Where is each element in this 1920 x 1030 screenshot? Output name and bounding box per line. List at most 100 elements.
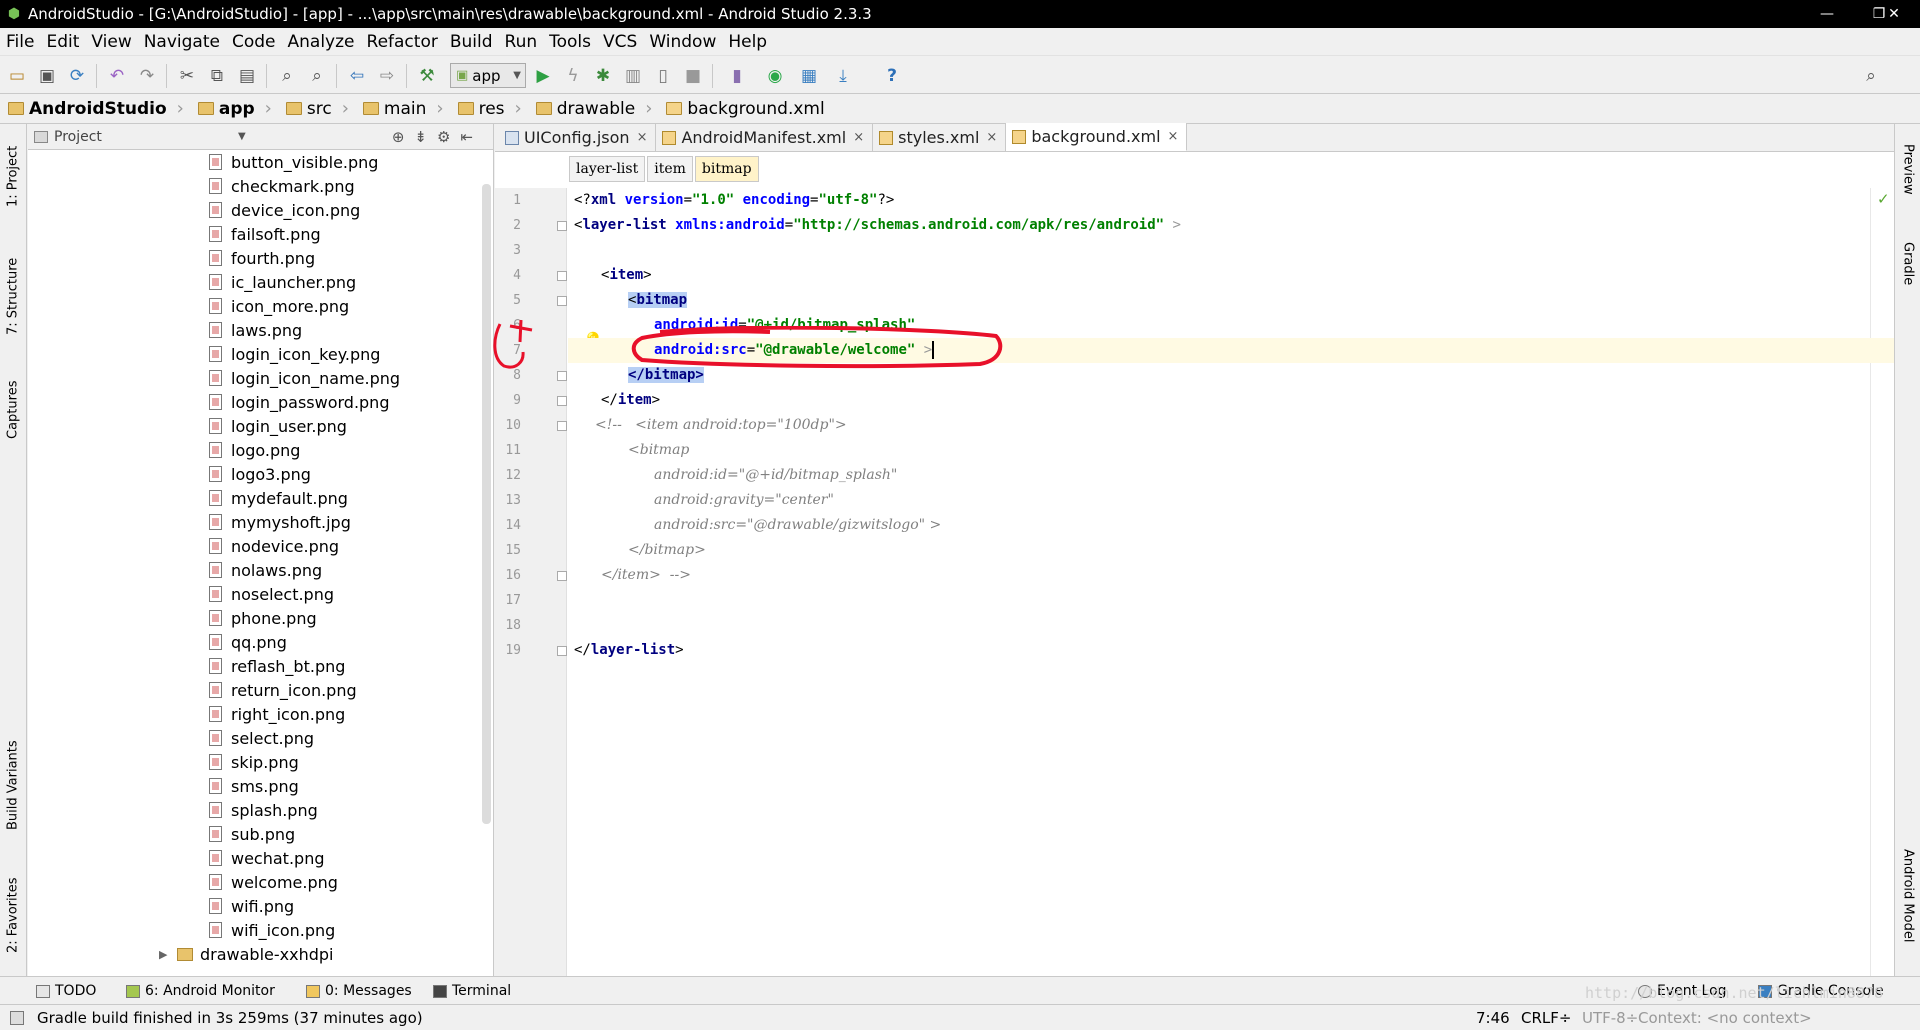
xml-crumb-item[interactable]: item bbox=[647, 156, 693, 182]
tool-tab-build-variants[interactable]: Build Variants bbox=[2, 729, 24, 841]
tool-windows-icon[interactable] bbox=[10, 1011, 24, 1025]
caret-position[interactable]: 7:46 bbox=[1476, 1009, 1510, 1027]
run-icon[interactable]: ▶ bbox=[532, 65, 554, 87]
profile-icon[interactable]: ▥ bbox=[622, 65, 644, 87]
tool-tab-gradle[interactable]: Gradle bbox=[1897, 229, 1919, 299]
tree-file-item[interactable]: nodevice.png bbox=[28, 534, 494, 558]
close-icon[interactable]: × bbox=[986, 130, 997, 145]
fold-marker[interactable] bbox=[557, 296, 567, 306]
project-structure-icon[interactable]: ▦ bbox=[798, 65, 820, 87]
breadcrumb-main[interactable]: main › bbox=[355, 94, 450, 124]
cut-icon[interactable]: ✂ bbox=[176, 65, 198, 87]
attach-debugger-icon[interactable]: ▯ bbox=[652, 65, 674, 87]
line-separator[interactable]: CRLF÷ bbox=[1521, 1009, 1571, 1027]
tool-tab-android-monitor[interactable]: 6: Android Monitor bbox=[126, 982, 275, 1000]
menu-edit[interactable]: Edit bbox=[40, 32, 85, 52]
file-encoding[interactable]: UTF-8÷ bbox=[1582, 1009, 1638, 1027]
menu-tools[interactable]: Tools bbox=[543, 32, 597, 52]
avd-manager-icon[interactable]: ▮ bbox=[726, 65, 748, 87]
collapse-all-icon[interactable]: ⇟ bbox=[414, 128, 437, 146]
tree-file-item[interactable]: wifi_icon.png bbox=[28, 918, 494, 942]
tree-file-item[interactable]: logo.png bbox=[28, 438, 494, 462]
tree-file-item[interactable]: mydefault.png bbox=[28, 486, 494, 510]
make-icon[interactable]: ⚒ bbox=[416, 65, 438, 87]
menu-window[interactable]: Window bbox=[643, 32, 722, 52]
tool-tab-structure[interactable]: 7: Structure bbox=[2, 246, 24, 346]
breadcrumb-app[interactable]: app › bbox=[190, 94, 278, 124]
sync-scroll-icon[interactable]: ⊕ bbox=[392, 128, 415, 146]
menu-analyze[interactable]: Analyze bbox=[282, 32, 361, 52]
tree-file-item[interactable]: fourth.png bbox=[28, 246, 494, 270]
menu-help[interactable]: Help bbox=[722, 32, 773, 52]
close-icon[interactable]: × bbox=[853, 130, 864, 145]
run-configuration-select[interactable]: ▣ app ▼ bbox=[450, 63, 526, 88]
tool-tab-project[interactable]: 1: Project bbox=[2, 134, 24, 219]
fold-marker[interactable] bbox=[557, 371, 567, 381]
tool-tab-terminal[interactable]: Terminal bbox=[433, 982, 511, 1000]
menu-refactor[interactable]: Refactor bbox=[361, 32, 444, 52]
context-indicator[interactable]: Context: <no context> bbox=[1638, 1009, 1812, 1027]
tool-tab-todo[interactable]: TODO bbox=[36, 982, 96, 1000]
search-everywhere-icon[interactable]: ⌕ bbox=[1860, 65, 1882, 87]
minimize-button[interactable]: — bbox=[1801, 0, 1853, 28]
tree-file-item[interactable]: splash.png bbox=[28, 798, 494, 822]
menu-vcs[interactable]: VCS bbox=[597, 32, 643, 52]
menu-view[interactable]: View bbox=[85, 32, 137, 52]
tree-file-item[interactable]: skip.png bbox=[28, 750, 494, 774]
tree-file-item[interactable]: nolaws.png bbox=[28, 558, 494, 582]
tree-folder-item[interactable]: ▶ drawable-xxhdpi bbox=[28, 942, 494, 966]
menu-run[interactable]: Run bbox=[499, 32, 544, 52]
tree-file-item[interactable]: welcome.png bbox=[28, 870, 494, 894]
tool-tab-captures[interactable]: Captures bbox=[2, 370, 24, 450]
tree-file-item[interactable]: sub.png bbox=[28, 822, 494, 846]
status-message[interactable]: Gradle build finished in 3s 259ms (37 mi… bbox=[37, 1009, 423, 1027]
tree-file-item[interactable]: reflash_bt.png bbox=[28, 654, 494, 678]
tree-file-item[interactable]: return_icon.png bbox=[28, 678, 494, 702]
fold-marker[interactable] bbox=[557, 646, 567, 656]
close-icon[interactable]: × bbox=[1168, 129, 1179, 144]
stop-icon[interactable]: ■ bbox=[682, 65, 704, 87]
chevron-down-icon[interactable]: ▼ bbox=[238, 131, 246, 142]
tree-file-item[interactable]: ic_launcher.png bbox=[28, 270, 494, 294]
tab-androidmanifest-xml[interactable]: AndroidManifest.xml × bbox=[656, 124, 874, 151]
tree-file-item[interactable]: device_icon.png bbox=[28, 198, 494, 222]
menu-navigate[interactable]: Navigate bbox=[138, 32, 226, 52]
project-scrollbar[interactable] bbox=[482, 184, 491, 824]
tree-file-item[interactable]: checkmark.png bbox=[28, 174, 494, 198]
redo-icon[interactable]: ↷ bbox=[136, 65, 158, 87]
tree-file-item[interactable]: wechat.png bbox=[28, 846, 494, 870]
gear-icon[interactable]: ⚙ bbox=[437, 128, 460, 146]
tree-file-item[interactable]: right_icon.png bbox=[28, 702, 494, 726]
project-view-selector[interactable]: Project bbox=[54, 129, 102, 145]
close-window-button[interactable]: ✕ bbox=[1868, 0, 1920, 28]
fold-marker[interactable] bbox=[557, 221, 567, 231]
replace-icon[interactable]: ⌕ bbox=[306, 65, 328, 87]
tool-tab-preview[interactable]: Preview bbox=[1897, 134, 1919, 204]
apply-changes-icon[interactable]: ϟ bbox=[562, 65, 584, 87]
find-icon[interactable]: ⌕ bbox=[276, 65, 298, 87]
undo-icon[interactable]: ↶ bbox=[106, 65, 128, 87]
back-icon[interactable]: ⇦ bbox=[346, 65, 368, 87]
tree-file-item[interactable]: select.png bbox=[28, 726, 494, 750]
breadcrumb-drawable[interactable]: drawable › bbox=[528, 94, 659, 124]
close-icon[interactable]: × bbox=[637, 130, 648, 145]
breadcrumb-res[interactable]: res › bbox=[450, 94, 528, 124]
tree-file-item[interactable]: login_user.png bbox=[28, 414, 494, 438]
copy-icon[interactable]: ⧉ bbox=[206, 65, 228, 87]
tool-tab-android-model[interactable]: Android Model bbox=[1897, 836, 1919, 956]
paste-icon[interactable]: ▤ bbox=[236, 65, 258, 87]
tab-background-xml[interactable]: background.xml × bbox=[1006, 123, 1188, 151]
save-all-icon[interactable]: ▣ bbox=[36, 65, 58, 87]
tree-file-item[interactable]: icon_more.png bbox=[28, 294, 494, 318]
tree-file-item[interactable]: laws.png bbox=[28, 318, 494, 342]
tree-file-item[interactable]: phone.png bbox=[28, 606, 494, 630]
fold-marker[interactable] bbox=[557, 271, 567, 281]
tree-file-item[interactable]: logo3.png bbox=[28, 462, 494, 486]
debug-icon[interactable]: ✱ bbox=[592, 65, 614, 87]
tree-file-item[interactable]: button_visible.png bbox=[28, 150, 494, 174]
fold-marker[interactable] bbox=[557, 571, 567, 581]
xml-crumb-layer-list[interactable]: layer-list bbox=[569, 156, 646, 182]
fold-marker[interactable] bbox=[557, 396, 567, 406]
code-area[interactable]: <?xml version="1.0" encoding="utf-8"?> <… bbox=[568, 188, 1894, 976]
sync-icon[interactable]: ⟳ bbox=[66, 65, 88, 87]
